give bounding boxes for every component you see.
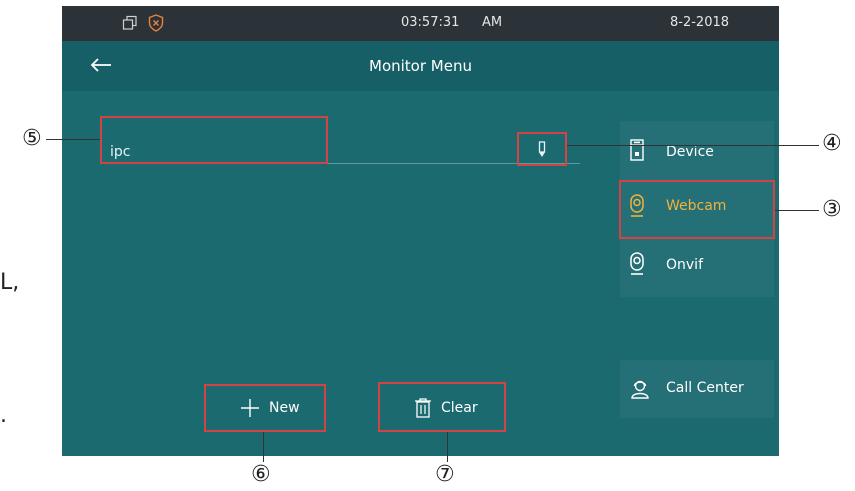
callout-4: ④ <box>822 131 842 156</box>
status-date: 8-2-2018 <box>670 15 730 30</box>
sidebar-item-device-label: Device <box>666 144 714 160</box>
status-bar: 03:57:31 AM 8-2-2018 <box>62 6 779 41</box>
leader-line-5 <box>46 139 100 140</box>
sidebar-item-onvif-label: Onvif <box>666 257 703 273</box>
annotation-box-7 <box>378 382 506 432</box>
callout-6: ⑥ <box>251 462 271 487</box>
title-bar: Monitor Menu <box>62 41 779 91</box>
annotation-box-6 <box>204 384 326 432</box>
leader-line-3 <box>775 210 819 211</box>
status-ampm: AM <box>482 15 503 30</box>
shield-icon <box>148 14 164 32</box>
leader-line-7 <box>447 432 448 462</box>
status-time: 03:57:31 <box>401 15 460 30</box>
call-center-button[interactable]: Call Center <box>620 360 774 418</box>
call-center-label: Call Center <box>666 380 744 396</box>
callout-3: ③ <box>822 197 842 222</box>
device-icon <box>630 139 644 161</box>
annotation-box-3 <box>619 180 775 239</box>
cropped-text-2: . <box>0 403 7 428</box>
leader-line-4 <box>567 145 819 146</box>
callout-7: ⑦ <box>435 462 455 487</box>
sidebar-item-onvif[interactable]: Onvif <box>620 239 774 297</box>
agent-icon <box>631 380 649 399</box>
sidebar-item-device[interactable]: Device <box>620 121 774 181</box>
window-restore-icon <box>122 15 137 30</box>
cropped-text-1: L, <box>0 270 20 295</box>
annotation-box-4 <box>517 132 567 166</box>
leader-line-6 <box>263 432 264 462</box>
annotation-box-5 <box>100 116 328 164</box>
callout-5: ⑤ <box>22 126 42 151</box>
webcam-icon <box>630 252 644 275</box>
page-title: Monitor Menu <box>369 57 472 75</box>
